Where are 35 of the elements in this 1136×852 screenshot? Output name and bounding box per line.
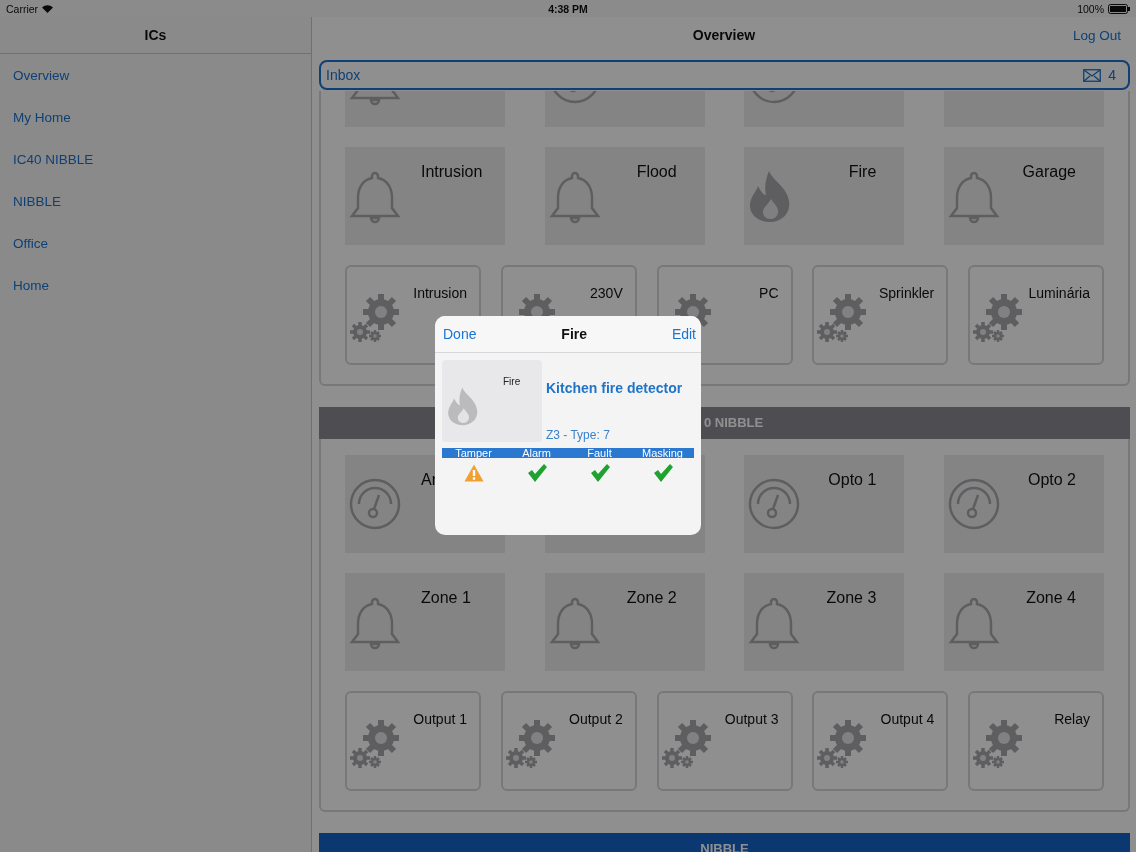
- tile-label: Ar: [421, 471, 437, 489]
- output-label: PC: [759, 285, 779, 301]
- tile-label: Opto 1: [828, 471, 877, 489]
- sidebar-title: ICs: [144, 27, 167, 43]
- tile-label: Garage: [1022, 163, 1076, 181]
- tile-label: Zone 3: [826, 589, 877, 607]
- device-name: Kitchen fire detector: [546, 380, 683, 396]
- tile-label: Fire: [848, 163, 877, 181]
- page-title: Overview: [692, 27, 756, 43]
- device-type: Z3 - Type: 7: [546, 428, 611, 442]
- output-label: Intrusion: [413, 285, 467, 301]
- output-label: Output 4: [880, 711, 935, 727]
- battery-percent: 100%: [1077, 2, 1104, 15]
- output-label: Output 2: [569, 711, 623, 727]
- thumbnail-label: Fire: [503, 376, 521, 387]
- tile-label: Intrusion: [421, 163, 483, 181]
- status-label: Tamper: [454, 448, 493, 458]
- inbox-count: 4: [1108, 67, 1116, 83]
- popup-title: Fire: [561, 326, 587, 342]
- output-label: Output 1: [413, 711, 467, 727]
- tile-label: Zone 4: [1026, 589, 1076, 607]
- status-label: Alarm: [521, 448, 552, 458]
- output-label: Output 3: [724, 711, 779, 727]
- output-label: 230V: [590, 285, 623, 301]
- carrier-label: Carrier: [6, 2, 39, 15]
- tile-label: Zone 2: [626, 589, 677, 607]
- status-label: Masking: [641, 448, 684, 458]
- tile-label: Zone 1: [421, 589, 471, 607]
- tile-label: Opto 2: [1027, 471, 1076, 489]
- output-label: Sprinkler: [879, 285, 935, 301]
- status-label: Fault: [586, 448, 613, 458]
- clock-time: 4:38 PM: [548, 2, 588, 15]
- tile-label: Flood: [636, 163, 677, 181]
- output-label: Luminária: [1028, 285, 1090, 301]
- output-label: Relay: [1054, 711, 1090, 727]
